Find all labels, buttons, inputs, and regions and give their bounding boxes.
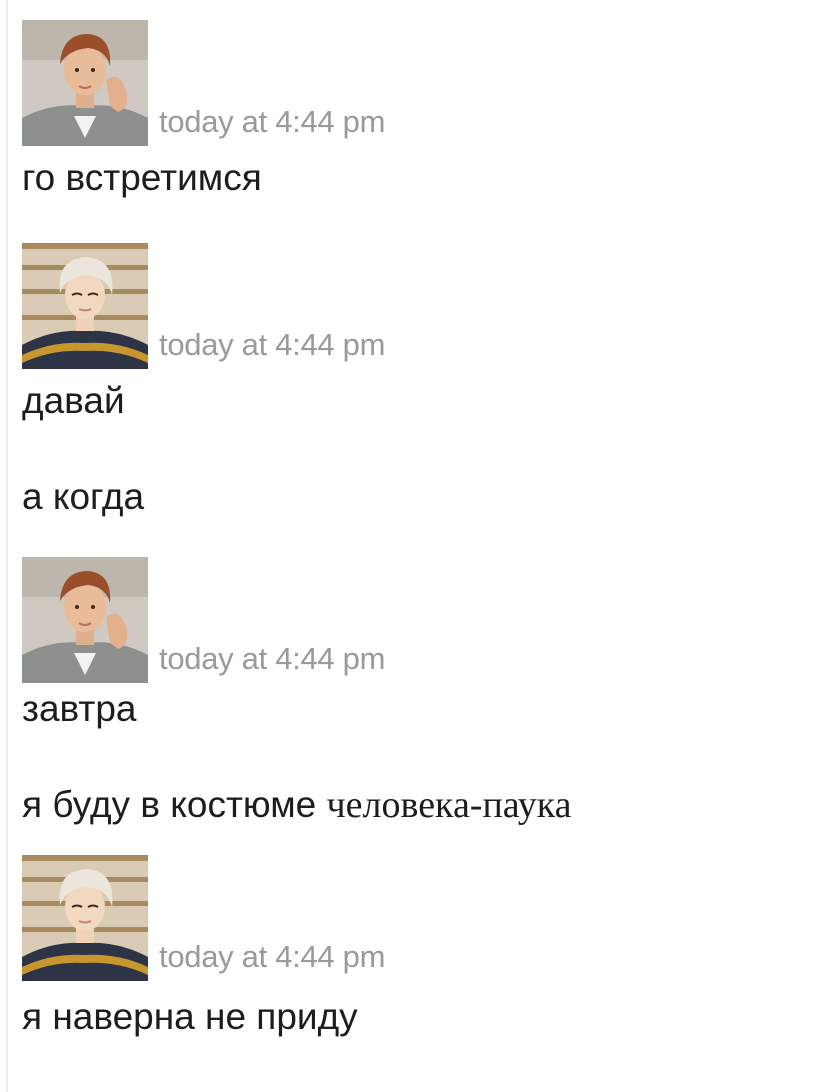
avatar-blonde-hair-icon — [22, 855, 148, 981]
message-text-part: я буду в костюме — [22, 784, 327, 825]
message-text-mixed: я буду в костюме человека-паука — [22, 783, 802, 827]
avatar[interactable] — [22, 557, 148, 683]
avatar-brown-hair-icon — [22, 557, 148, 683]
message-group: today at 4:44 pm давай а когда — [22, 243, 802, 519]
message-timestamp[interactable]: today at 4:44 pm — [159, 104, 385, 140]
avatar[interactable] — [22, 855, 148, 981]
avatar[interactable] — [22, 20, 148, 146]
message-group: today at 4:44 pm я наверна не приду — [22, 855, 802, 1039]
avatar[interactable] — [22, 243, 148, 369]
message-text-part: человека-паука — [326, 784, 572, 826]
message-text: я наверна не приду — [22, 996, 358, 1037]
message-text: го встретимся — [22, 157, 262, 198]
message-text: давай — [22, 380, 125, 421]
message-group: today at 4:44 pm завтра я буду в костюме… — [22, 557, 802, 827]
chat-log: today at 4:44 pm го встретимся today at … — [0, 0, 828, 1092]
message-text: а когда — [22, 476, 145, 517]
message-text: завтра — [22, 688, 137, 729]
message-group: today at 4:44 pm го встретимся — [22, 20, 802, 200]
message-header: today at 4:44 pm — [22, 557, 802, 683]
avatar-blonde-hair-icon — [22, 243, 148, 369]
message-timestamp[interactable]: today at 4:44 pm — [159, 939, 385, 975]
message-header: today at 4:44 pm — [22, 855, 802, 981]
message-header: today at 4:44 pm — [22, 20, 802, 146]
avatar-brown-hair-icon — [22, 20, 148, 146]
message-timestamp[interactable]: today at 4:44 pm — [159, 641, 385, 677]
message-timestamp[interactable]: today at 4:44 pm — [159, 327, 385, 363]
message-header: today at 4:44 pm — [22, 243, 802, 369]
